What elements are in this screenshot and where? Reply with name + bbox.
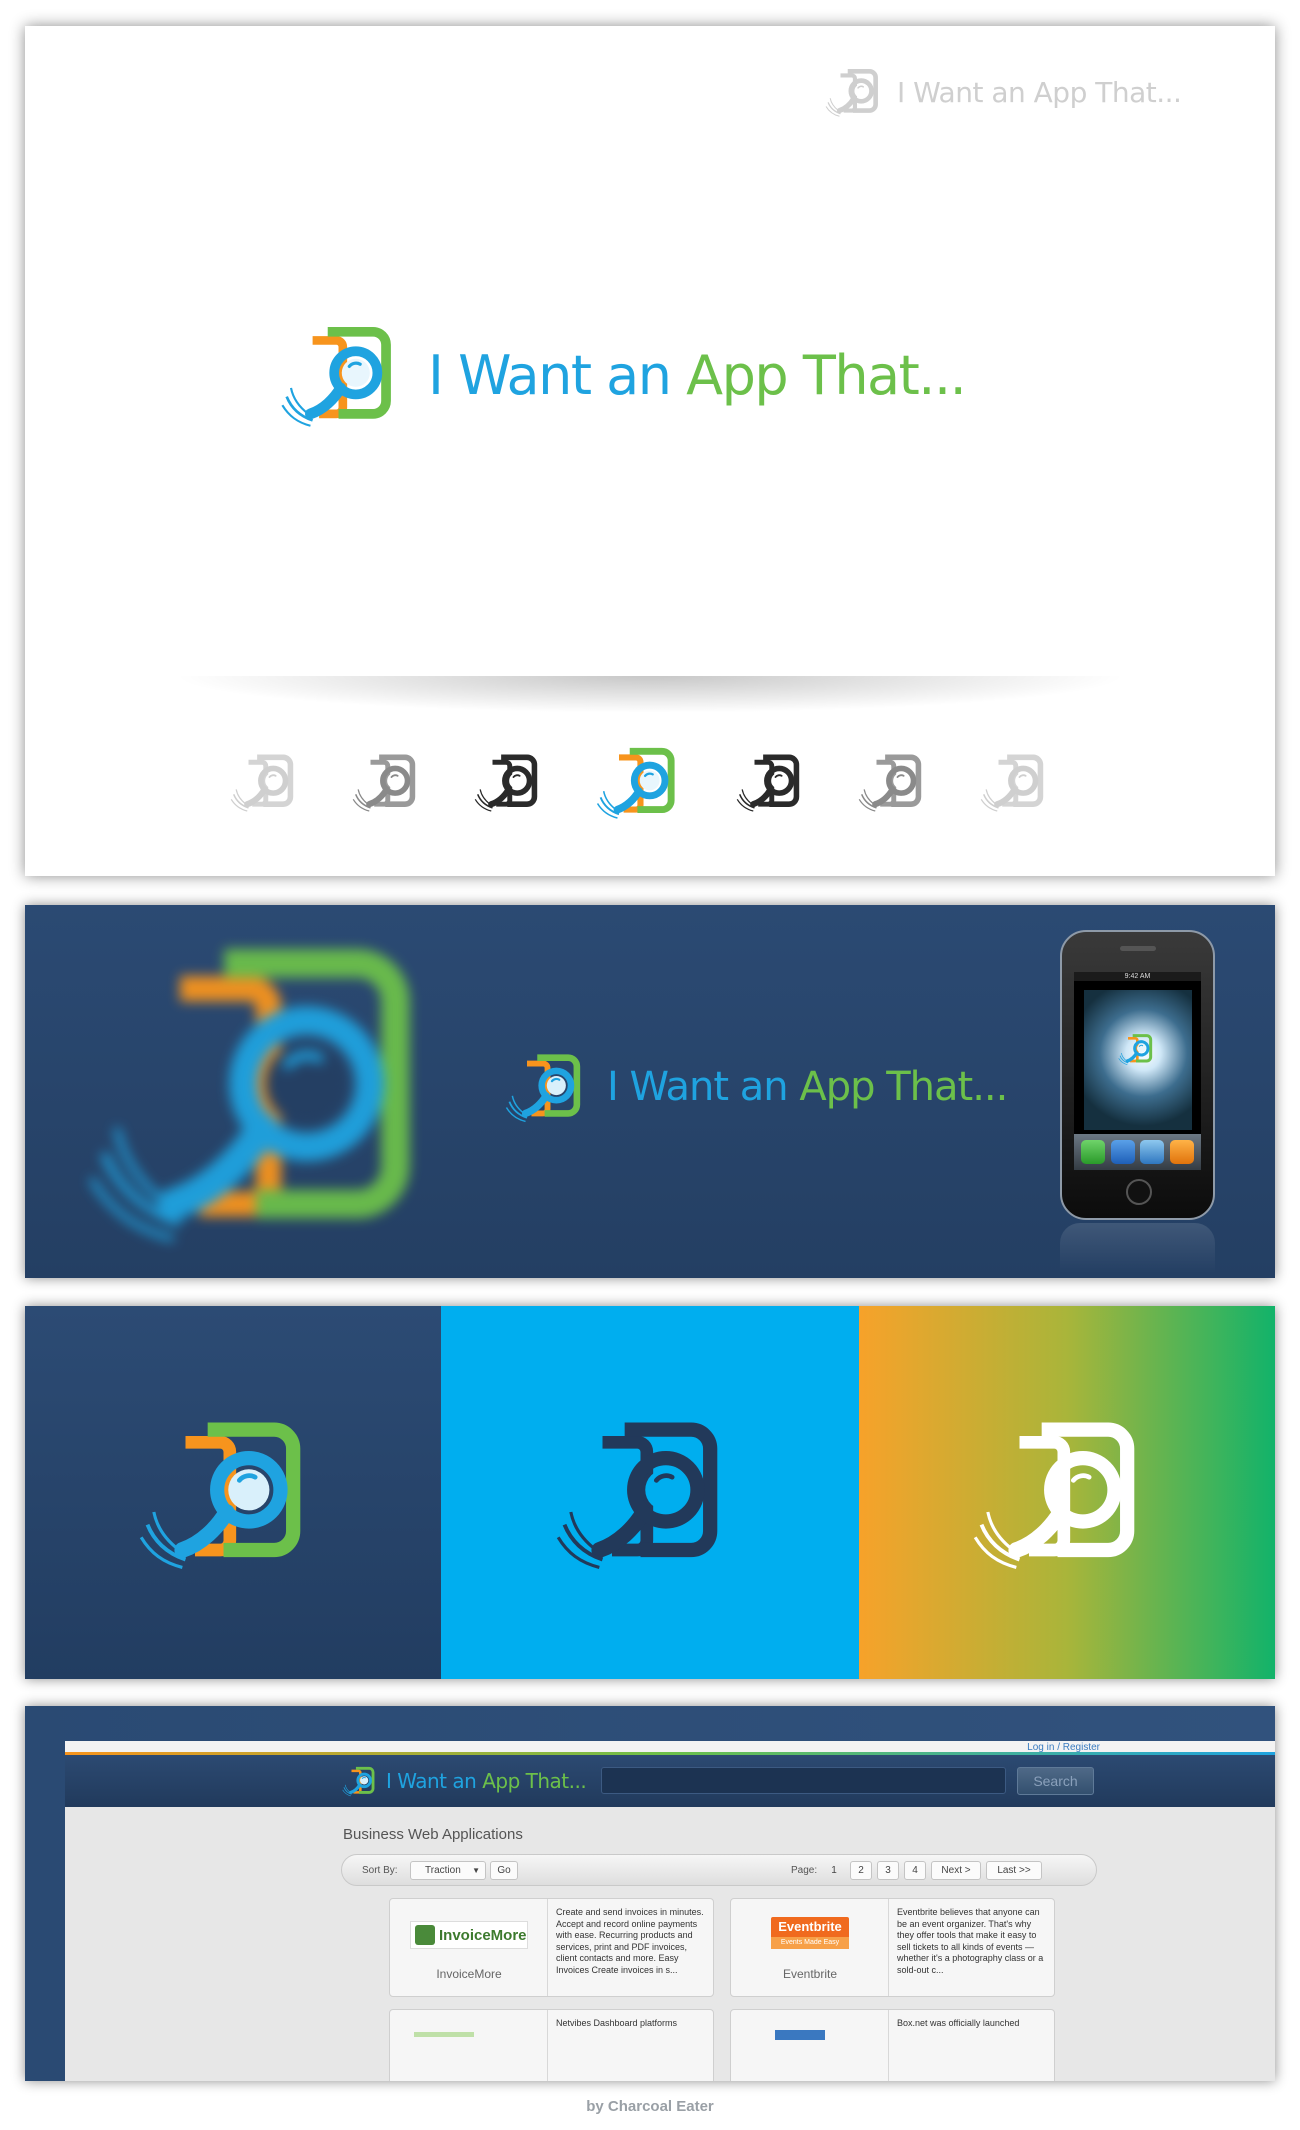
phone-app-logo-icon	[1118, 1032, 1158, 1066]
phone-speaker	[1120, 946, 1156, 951]
logo-mark-white-icon	[972, 1413, 1162, 1573]
app-card-name: InvoiceMore	[436, 1967, 502, 1981]
logo-mark-icon	[505, 1050, 593, 1124]
page-heading: Business Web Applications	[343, 1826, 523, 1843]
card-logo-fragment	[414, 2032, 474, 2037]
logo-variant-light-icon	[230, 748, 304, 816]
logo-variant-light-icon	[980, 748, 1054, 816]
logo-text: InvoiceMore	[439, 1926, 527, 1944]
app-card[interactable]: Netvibes Dashboard platforms	[389, 2009, 714, 2081]
site-header: I Want an App That... Search	[65, 1755, 1275, 1807]
app-card-logo-area: InvoiceMore InvoiceMore	[390, 1899, 548, 1996]
app-card-logo-area	[731, 2010, 889, 2081]
small-watermark-logo: I Want an App That...	[825, 66, 1182, 118]
banner-brand-text: I Want an App That...	[607, 1064, 1008, 1110]
color-variants-panel	[25, 1306, 1275, 1679]
last-page-button[interactable]: Last >>	[986, 1861, 1042, 1880]
logo-variant-dark-icon	[736, 748, 810, 816]
phone-home-button	[1126, 1179, 1152, 1205]
website-mockup-panel: Log in / Register I Want an App That... …	[25, 1706, 1275, 2081]
brand-text-part2: App That...	[799, 1064, 1008, 1110]
page-2-button[interactable]: 2	[850, 1861, 872, 1880]
sort-select[interactable]: Traction ▼	[410, 1861, 486, 1880]
logo-variant-mid-icon	[352, 748, 426, 816]
app-card-description: Netvibes Dashboard platforms	[556, 2018, 678, 2028]
top-bar: Log in / Register	[65, 1741, 1275, 1755]
sort-select-value: Traction	[425, 1865, 461, 1876]
main-logo: I Want an App That...	[280, 321, 967, 429]
app-card-logo-area: Eventbrite Events Made Easy Eventbrite	[731, 1899, 889, 1996]
website-page: Log in / Register I Want an App That... …	[65, 1741, 1275, 2081]
app-card[interactable]: Eventbrite Events Made Easy Eventbrite E…	[730, 1898, 1055, 1997]
swatch-gradient	[858, 1306, 1275, 1679]
logo-tagline: Events Made Easy	[771, 1937, 849, 1949]
logo-mark-icon	[342, 1765, 380, 1797]
brand-text-part2: App That...	[686, 343, 967, 407]
banner-panel: I Want an App That... 9:42 AM	[25, 905, 1275, 1278]
logo-mark-icon	[825, 66, 887, 118]
logo-variant-dark-icon	[474, 748, 548, 816]
safari-icon	[1140, 1140, 1165, 1164]
app-card-logo-area	[390, 2010, 548, 2081]
swatch-navy	[25, 1306, 442, 1679]
site-logo[interactable]: I Want an App That...	[342, 1765, 587, 1797]
page-4-button[interactable]: 4	[904, 1861, 926, 1880]
sort-pagination-toolbar: Sort By: Traction ▼ Go Page: 1 2 3 4 Nex…	[341, 1854, 1097, 1886]
logo-text: Eventbrite	[771, 1917, 849, 1937]
eventbrite-logo: Eventbrite Events Made Easy	[771, 1917, 849, 1953]
app-card-description: Box.net was officially launched	[897, 2018, 1020, 2028]
dropdown-arrow-icon: ▼	[472, 1866, 480, 1875]
phone-reflection	[1060, 1223, 1215, 1273]
app-card-description: Create and send invoices in minutes. Acc…	[556, 1907, 704, 1975]
page-label: Page:	[791, 1865, 818, 1876]
iphone-mockup: 9:42 AM	[1060, 930, 1215, 1220]
blurred-logo-mark-icon	[85, 925, 465, 1255]
mail-icon	[1110, 1140, 1135, 1164]
search-input[interactable]	[601, 1767, 1006, 1794]
brand-text-part1: I Want an	[607, 1064, 789, 1110]
brand-text-part1: I Want an	[428, 343, 672, 407]
phone-dock	[1074, 1134, 1201, 1170]
phone-screen: 9:42 AM	[1074, 972, 1201, 1170]
login-register-link[interactable]: Log in / Register	[1027, 1742, 1100, 1753]
shelf-shadow	[135, 676, 1165, 716]
sort-label: Sort By:	[362, 1865, 398, 1876]
app-card[interactable]: Box.net was officially launched	[730, 2009, 1055, 2081]
card-logo-fragment	[775, 2030, 825, 2040]
logo-presentation-panel: I Want an App That... I Want an App That…	[25, 26, 1275, 876]
app-card-name: Eventbrite	[782, 1967, 838, 1981]
main-brand-text: I Want an App That...	[428, 343, 967, 407]
logo-mark-navy-icon	[555, 1413, 745, 1573]
site-brand-text: I Want an App That...	[386, 1769, 587, 1793]
invoicemore-logo: InvoiceMore	[410, 1921, 528, 1949]
phone-status-bar: 9:42 AM	[1074, 972, 1201, 981]
invoice-icon	[415, 1925, 435, 1945]
page-3-button[interactable]: 3	[877, 1861, 899, 1880]
designer-credit: by Charcoal Eater	[586, 2098, 714, 2115]
page-1-button[interactable]: 1	[823, 1861, 845, 1880]
logo-variant-color-icon	[596, 741, 688, 823]
logo-variant-mid-icon	[858, 748, 932, 816]
logo-mark-color-icon	[138, 1413, 328, 1573]
ipod-icon	[1170, 1140, 1195, 1164]
icon-variants-row	[230, 741, 1054, 823]
swatch-cyan	[441, 1306, 859, 1679]
app-card-description: Eventbrite believes that anyone can be a…	[897, 1907, 1044, 1975]
phone-icon	[1080, 1140, 1105, 1164]
search-button[interactable]: Search	[1017, 1767, 1094, 1795]
app-card[interactable]: InvoiceMore InvoiceMore Create and send …	[389, 1898, 714, 1997]
brand-text-part2: App That...	[482, 1769, 587, 1793]
logo-mark-icon	[280, 321, 410, 429]
go-button[interactable]: Go	[490, 1861, 518, 1880]
next-page-button[interactable]: Next >	[931, 1861, 981, 1880]
banner-logo: I Want an App That...	[505, 1050, 1008, 1124]
brand-text-part1: I Want an	[386, 1769, 477, 1793]
small-brand-text: I Want an App That...	[897, 75, 1182, 109]
